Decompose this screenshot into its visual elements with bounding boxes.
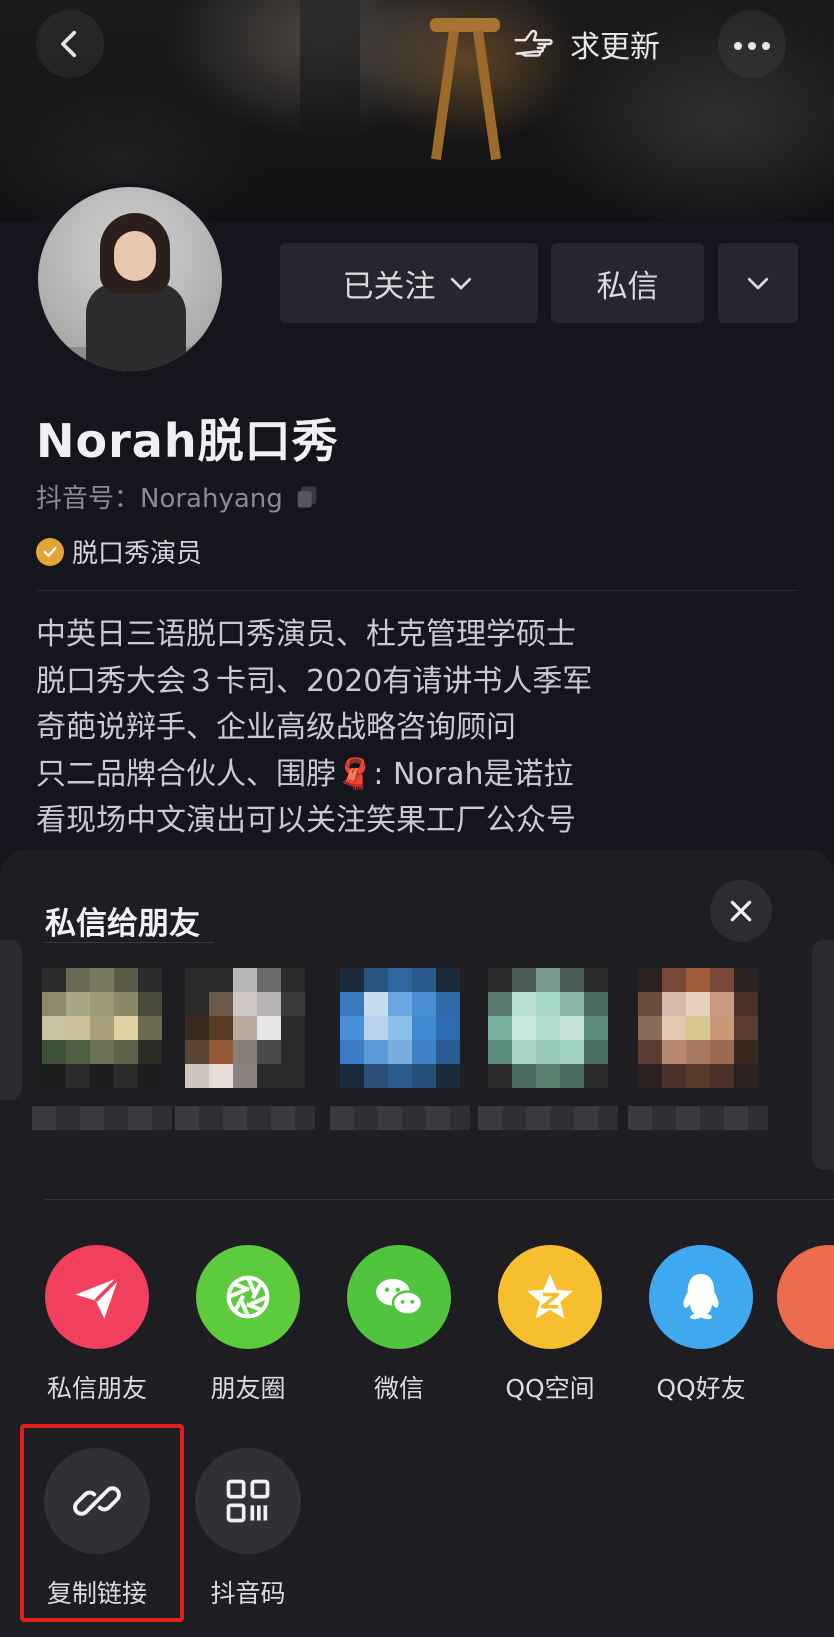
highlight-box [20,1424,184,1622]
recommend-dropdown-button[interactable] [718,243,798,323]
douyin-id-row[interactable]: 抖音号：Norahyang [36,478,321,515]
paper-plane-icon [75,1276,121,1319]
share-target-qzone[interactable]: QQ空间 [475,1245,625,1405]
douyin-id: 抖音号：Norahyang [36,484,283,514]
message-button[interactable]: 私信 [551,243,704,323]
bio-line: 只二品牌合伙人、围脖🧣: Norah是诺拉 [36,756,574,792]
friend-item[interactable] [330,968,470,1130]
follow-status-button[interactable]: 已关注 [280,243,538,323]
friend-name-pixelated [175,1106,315,1130]
friend-avatar [42,968,162,1088]
verified-badge-icon [36,537,64,566]
chevron-down-icon [747,277,769,290]
share-tools-row: 复制链接 抖音码 [0,1424,834,1622]
friend-item[interactable] [32,968,172,1130]
message-label: 私信 [596,268,659,305]
share-target-label: 微信 [373,1374,424,1403]
request-update-label: 求更新 [570,30,660,65]
friend-item[interactable] [478,968,618,1130]
share-target-label: 私信朋友 [46,1374,147,1403]
friend-avatar [488,968,608,1088]
friend-name-pixelated [32,1106,172,1130]
verification-row: 脱口秀演员 [36,533,202,570]
friend-avatar [185,968,305,1088]
share-sheet: 私信给朋友 私信朋友 朋友圈 微信 QQ空间 QQ好友 复制链接 抖音码 [0,850,834,1637]
chevron-left-icon [61,30,77,58]
request-update-button[interactable]: 求更新 [496,10,684,78]
friend-item[interactable] [628,968,768,1130]
more-horizontal-icon [731,35,773,54]
friend-name-pixelated [478,1106,618,1130]
douyin-code-label: 抖音码 [210,1579,286,1608]
share-target-moments[interactable]: 朋友圈 [173,1245,323,1405]
share-target-wechat[interactable]: 微信 [324,1245,474,1405]
close-icon [730,900,752,922]
moments-shutter-icon [226,1275,270,1319]
avatar[interactable] [34,183,226,375]
divider [44,1199,834,1200]
divider [36,590,798,591]
profile-name: Norah脱口秀 [36,414,339,468]
friend-avatar [340,968,460,1088]
back-button[interactable] [36,10,104,78]
share-targets-row: 私信朋友 朋友圈 微信 QQ空间 QQ好友 [0,1245,834,1403]
wechat-icon [376,1278,424,1316]
verification-label: 脱口秀演员 [72,539,203,569]
bio-line: 脱口秀大会３卡司、2020有请讲书人季军 [36,663,593,699]
friend-avatar [638,968,758,1088]
copy-icon[interactable] [293,483,321,511]
share-target-label: QQ好友 [656,1374,746,1403]
qzone-star-icon [527,1274,573,1319]
share-target-label: 朋友圈 [210,1374,286,1403]
close-button[interactable] [710,880,772,942]
bio-line: 中英日三语脱口秀演员、杜克管理学硕士 [36,617,576,652]
friend-name-pixelated [330,1106,470,1130]
share-target-private-message[interactable]: 私信朋友 [22,1245,172,1405]
pointing-hand-icon [514,29,553,57]
share-target-qq[interactable]: QQ好友 [626,1245,776,1405]
bio: 中英日三语脱口秀演员、杜克管理学硕士 脱口秀大会３卡司、2020有请讲书人季军 … [36,612,592,845]
more-options-button[interactable] [718,10,786,78]
bio-line: 奇葩说辩手、企业高级战略咨询顾问 [36,710,516,745]
bio-line: 看现场中文演出可以关注笑果工厂公众号 [36,803,576,838]
qq-penguin-icon [683,1274,719,1320]
share-target-label: QQ空间 [505,1374,595,1403]
douyin-code-button[interactable]: 抖音码 [173,1448,323,1610]
friend-list [0,968,834,1158]
share-target-weibo-partial[interactable] [777,1245,834,1349]
share-sheet-title: 私信给朋友 [45,906,200,942]
friend-item[interactable] [175,968,315,1130]
qr-code-icon [226,1479,270,1523]
friend-name-pixelated [628,1106,768,1130]
follow-status-label: 已关注 [342,268,436,305]
chevron-down-icon [450,277,471,290]
